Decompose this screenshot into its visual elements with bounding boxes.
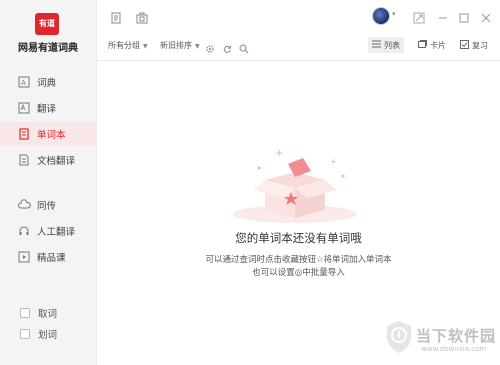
group-filter-dropdown[interactable]: 所有分组 ▼: [108, 40, 148, 51]
notes-icon[interactable]: [110, 9, 122, 24]
sidebar: 有道 网易有道词典 A 词典 翻译 单词本 文档翻译 同传 人工翻译 精品课 取…: [0, 0, 97, 365]
group-filter-label: 所有分组: [108, 41, 140, 50]
sidebar-item-label: 人工翻译: [37, 227, 76, 238]
sidebar-item-courses[interactable]: 精品课: [0, 245, 96, 269]
chevron-down-icon[interactable]: ▾: [392, 10, 396, 18]
list-view-label: 列表: [384, 40, 400, 50]
empty-description-line1: 可以通过查词时点击收藏按钮☆将单词加入单词本: [205, 255, 392, 265]
sidebar-item-dictionary[interactable]: A 词典: [0, 70, 96, 94]
maximize-icon[interactable]: [458, 9, 470, 23]
svg-text:+: +: [275, 148, 283, 159]
sidebar-item-label: 翻译: [37, 104, 57, 115]
list-view-button[interactable]: 列表: [368, 37, 404, 53]
document-translate-icon: [17, 153, 31, 167]
sidebar-item-wordbook[interactable]: 单词本: [0, 122, 96, 146]
caret-down-icon: ▼: [143, 43, 148, 50]
caret-down-icon: ▼: [195, 43, 200, 50]
sidebar-item-label: 精品课: [37, 253, 66, 264]
dictionary-icon: A: [17, 75, 31, 89]
select-word-label: 划词: [38, 330, 58, 341]
list-icon: [372, 40, 381, 50]
play-course-icon: [17, 250, 31, 264]
search-icon[interactable]: [239, 39, 249, 58]
review-button[interactable]: 复习: [460, 37, 488, 53]
sort-label: 新旧排序: [160, 41, 192, 50]
headset-icon: [17, 224, 31, 238]
close-icon[interactable]: [480, 9, 492, 23]
settings-gear-icon[interactable]: [205, 39, 215, 58]
minimize-icon[interactable]: [437, 9, 449, 21]
sidebar-item-label: 单词本: [37, 130, 66, 141]
watermark-url: www.downxia.com: [421, 345, 487, 353]
cloud-icon: [17, 198, 31, 212]
review-label: 复习: [472, 40, 488, 50]
review-icon: [460, 39, 469, 51]
sidebar-item-translate[interactable]: 翻译: [0, 96, 96, 120]
wordbook-icon: [17, 127, 31, 141]
empty-title: 您的单词本还没有单词哦: [235, 231, 362, 245]
card-view-button[interactable]: 卡片: [418, 37, 446, 53]
sidebar-item-label: 同传: [37, 201, 57, 212]
card-view-label: 卡片: [430, 40, 446, 50]
svg-text:A: A: [21, 79, 26, 87]
empty-box-illustration: + +: [233, 148, 357, 223]
capture-word-label: 取词: [38, 309, 58, 320]
select-word-checkbox[interactable]: [20, 329, 30, 339]
sidebar-item-label: 词典: [37, 78, 57, 89]
sidebar-item-document-translate[interactable]: 文档翻译: [0, 148, 96, 172]
card-icon: [418, 40, 427, 50]
watermark-shield-icon: [387, 321, 411, 353]
capture-word-toggle[interactable]: 取词: [0, 305, 96, 321]
app-logo: 有道: [35, 13, 59, 35]
mini-mode-icon[interactable]: [413, 9, 425, 24]
svg-text:+: +: [330, 157, 337, 166]
empty-description-line2: 也可以设置◎中批量导入: [252, 268, 345, 278]
toolbar-divider: [97, 60, 500, 61]
capture-word-checkbox[interactable]: [20, 308, 30, 318]
sidebar-item-human-translate[interactable]: 人工翻译: [0, 219, 96, 243]
avatar[interactable]: [372, 7, 390, 25]
sidebar-item-interpret[interactable]: 同传: [0, 193, 96, 217]
sync-icon[interactable]: [222, 39, 232, 58]
sidebar-item-label: 文档翻译: [37, 156, 76, 167]
app-name: 网易有道词典: [18, 43, 78, 54]
select-word-toggle[interactable]: 划词: [0, 326, 96, 342]
watermark-text: 当下软件园: [416, 327, 497, 345]
screenshot-icon[interactable]: [136, 9, 148, 24]
sort-dropdown[interactable]: 新旧排序 ▼: [160, 40, 200, 51]
translate-icon: [17, 101, 31, 115]
